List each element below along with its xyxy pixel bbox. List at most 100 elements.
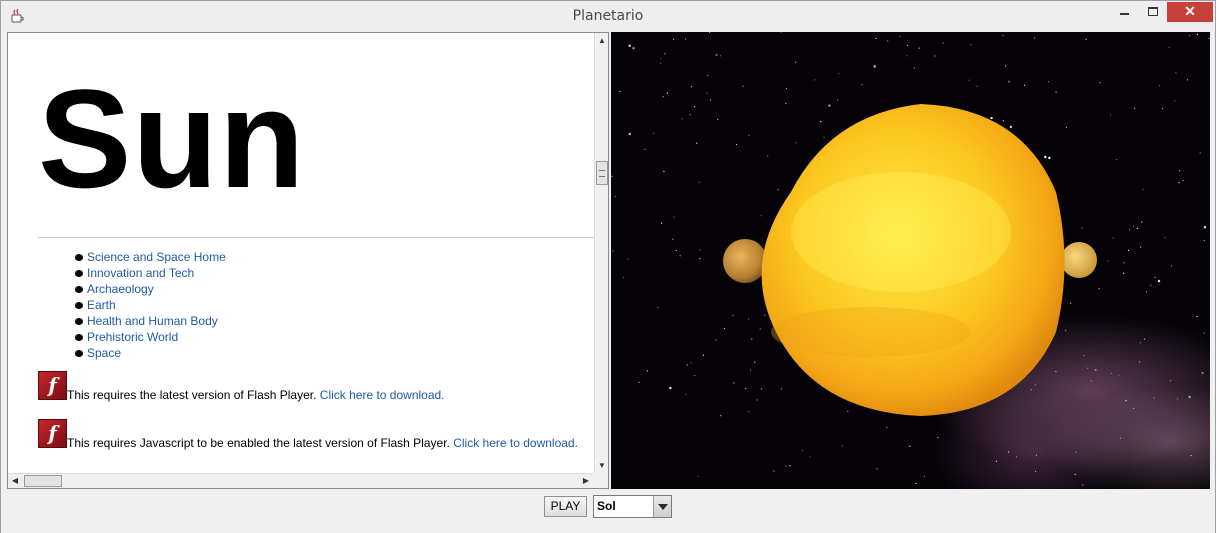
horizontal-scroll-thumb[interactable] [24,475,62,487]
scroll-down-icon[interactable]: ▼ [595,458,608,473]
star [1015,456,1018,458]
nav-link-innovation-tech[interactable]: Innovation and Tech [87,266,194,280]
nav-link-science-space-home[interactable]: Science and Space Home [87,250,226,264]
star [1030,389,1032,391]
close-icon: ✕ [1184,3,1196,19]
divider [38,237,594,238]
flash-download-link[interactable]: Click here to download. [320,388,445,402]
star [1154,276,1156,278]
planet-right[interactable] [1061,242,1097,278]
page-heading: Sun [38,60,306,217]
star [1034,37,1036,39]
star [733,382,735,384]
scroll-up-icon[interactable]: ▲ [595,33,608,48]
star [1008,451,1010,453]
star [1139,361,1141,363]
star [1203,226,1207,229]
star [1007,80,1011,83]
star [660,58,662,60]
nav-link-health-human-body[interactable]: Health and Human Body [87,314,218,328]
bullet-icon [75,270,83,277]
star [694,375,696,377]
close-button[interactable]: ✕ [1167,2,1213,22]
star [1133,407,1135,409]
star [702,354,705,356]
star [669,386,672,390]
bullet-icon [75,302,83,309]
star [906,44,908,46]
star [719,55,722,57]
vertical-scroll-thumb[interactable] [596,161,608,185]
nav-link-archaeology[interactable]: Archaeology [87,282,154,296]
star [976,85,978,87]
scroll-right-icon[interactable]: ▶ [579,474,593,488]
star [1188,34,1190,37]
star [1182,179,1184,182]
star [785,102,787,104]
star [672,238,674,240]
star [970,44,972,46]
flash-player-icon: f [38,419,67,448]
planet-left[interactable] [723,239,767,283]
star [937,437,939,439]
nav-link-earth[interactable]: Earth [87,298,116,312]
maximize-button[interactable] [1139,2,1166,22]
star [628,44,631,47]
minimize-button[interactable] [1111,2,1138,22]
chevron-down-icon[interactable] [653,496,671,517]
star [1196,33,1198,35]
star [760,215,762,217]
star [847,410,849,412]
scroll-left-icon[interactable]: ◀ [8,474,22,488]
star [1116,159,1118,161]
star [709,32,711,33]
vertical-scrollbar[interactable]: ▲ ▼ [594,33,608,473]
play-button[interactable]: PLAY [544,496,587,517]
star [612,250,614,252]
3d-scene-viewport[interactable] [611,32,1210,489]
star [673,216,675,218]
star [1035,470,1037,473]
star [1123,262,1125,264]
star [644,148,646,150]
nav-item: Innovation and Tech [75,265,226,281]
star [1153,397,1155,399]
nav-link-space[interactable]: Space [87,346,121,360]
star [623,276,625,279]
star [661,222,663,224]
star [906,55,908,57]
star [685,393,687,396]
star [1035,454,1037,456]
star [923,475,925,477]
planet-select[interactable]: Sol [593,495,672,518]
info-browser-pane: Sun Science and Space Home Innovation an… [7,32,609,489]
star [627,258,629,260]
star [1175,72,1177,74]
flash-download-link[interactable]: Click here to download. [453,436,578,450]
star [1136,227,1138,230]
nav-link-prehistoric-world[interactable]: Prehistoric World [87,330,178,344]
star [1024,84,1026,86]
star [686,364,688,366]
star [785,465,787,467]
star [820,121,822,123]
star [780,32,782,33]
planet-select-value: Sol [597,499,616,513]
star [764,314,766,316]
star [1055,91,1057,93]
horizontal-scrollbar[interactable]: ◀ ▶ [8,473,594,488]
app-window: Planetario ✕ Sun Science and Space Home … [0,0,1216,533]
star [657,307,659,309]
star [809,456,811,458]
star [789,465,791,467]
star [1190,455,1192,457]
star [707,74,709,76]
star [1107,260,1109,262]
star [942,42,944,44]
star [968,79,970,81]
title-bar[interactable]: Planetario ✕ [1,1,1215,32]
star [1074,473,1076,475]
star [1055,370,1057,373]
star [814,79,816,81]
star [876,468,878,470]
